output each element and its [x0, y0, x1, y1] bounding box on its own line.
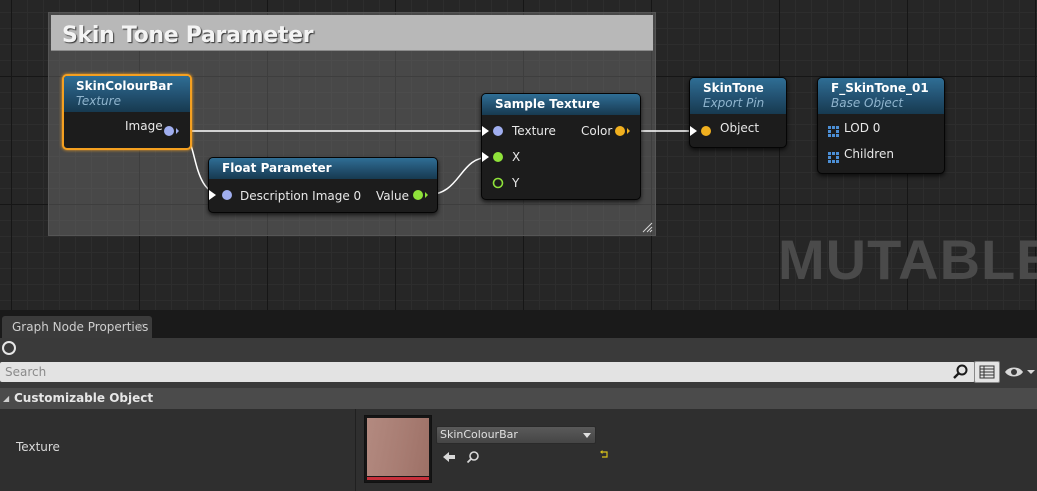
pin-label-object: Object: [720, 121, 760, 135]
node-title: F_SkinTone_01: [831, 81, 929, 95]
comment-title[interactable]: Skin Tone Parameter: [51, 15, 653, 51]
close-icon[interactable]: ×: [135, 316, 149, 338]
column-divider[interactable]: [355, 409, 356, 491]
node-title: Float Parameter: [222, 161, 332, 175]
tab-graph-node-properties[interactable]: Graph Node Properties ×: [2, 316, 152, 338]
graph-canvas[interactable]: Skin Tone Parameter MUTABLE SkinColourBa…: [0, 0, 1037, 310]
node-title: SkinTone: [703, 81, 764, 95]
tab-label: Graph Node Properties: [12, 320, 149, 334]
resize-grip-icon[interactable]: [641, 221, 653, 233]
category-label: Customizable Object: [14, 391, 154, 405]
node-skintone[interactable]: SkinTone Export Pin Object: [689, 77, 787, 148]
view-options-button[interactable]: [974, 361, 1000, 383]
category-customizable-object[interactable]: ◢ Customizable Object: [0, 388, 1037, 409]
mutable-watermark: MUTABLE: [778, 228, 1037, 291]
node-title: Sample Texture: [495, 97, 601, 111]
property-name: Texture: [16, 440, 60, 454]
chevron-down-icon: [583, 433, 591, 438]
pin-label-y: Y: [512, 176, 520, 190]
asset-picker-dropdown[interactable]: SkinColourBar: [436, 426, 596, 444]
pin-label-image: Image: [125, 119, 163, 133]
asset-type-bar: [367, 477, 429, 480]
node-header: SkinTone Export Pin: [690, 78, 786, 114]
property-row-texture: Texture SkinColourBar: [0, 409, 1037, 491]
node-subtitle: Base Object: [831, 96, 904, 110]
collapse-arrow-icon[interactable]: ◢: [3, 388, 9, 409]
ring-icon: [2, 341, 16, 355]
reset-to-default-icon[interactable]: [599, 449, 609, 459]
node-skincolourbar[interactable]: SkinColourBar Texture Image: [62, 74, 192, 150]
node-header: Float Parameter: [209, 158, 437, 179]
search-input[interactable]: [0, 362, 946, 382]
search-icon[interactable]: [952, 364, 970, 380]
details-tab-bar: Graph Node Properties ×: [0, 314, 1037, 338]
browse-icon[interactable]: [466, 450, 480, 464]
pin-label-lod: LOD 0: [844, 121, 881, 135]
pin-label-x: X: [512, 150, 521, 164]
pin-label-color: Color: [581, 124, 613, 138]
node-subtitle: Texture: [76, 94, 121, 108]
node-header: SkinColourBar Texture: [64, 76, 190, 112]
pin-label-texture: Texture: [512, 124, 556, 138]
view-options-icon: [979, 365, 995, 379]
details-panel: ◢ Customizable Object Texture SkinColour…: [0, 338, 1037, 491]
node-header: F_SkinTone_01 Base Object: [818, 78, 944, 114]
node-title: SkinColourBar: [76, 79, 173, 93]
node-subtitle: Export Pin: [703, 96, 765, 110]
eye-icon[interactable]: [1003, 362, 1037, 382]
pin-label-value: Value: [376, 189, 409, 203]
pin-label-children: Children: [844, 147, 894, 161]
node-float-parameter[interactable]: Float Parameter Description Image 0 Valu…: [208, 157, 438, 213]
pin-label-description-image: Description Image 0: [240, 189, 362, 203]
node-header: Sample Texture: [482, 94, 640, 115]
app-root: Skin Tone Parameter MUTABLE SkinColourBa…: [0, 0, 1037, 491]
search-bar: [0, 362, 975, 382]
node-f-skintone-01[interactable]: F_SkinTone_01 Base Object LOD 0 Children: [817, 77, 945, 174]
node-sample-texture[interactable]: Sample Texture Texture Color X Y: [481, 93, 641, 200]
texture-thumbnail[interactable]: [364, 415, 432, 483]
asset-picker-value: SkinColourBar: [440, 428, 518, 441]
use-selected-icon[interactable]: [441, 450, 457, 464]
texture-preview: [367, 418, 429, 476]
